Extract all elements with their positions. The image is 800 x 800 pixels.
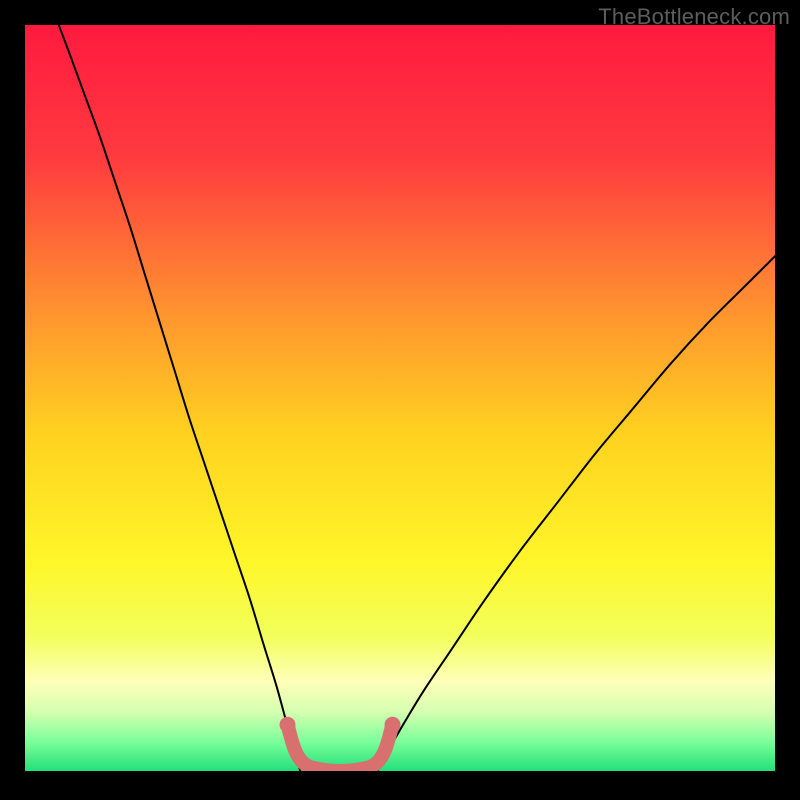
valley-endpoint [385, 717, 401, 733]
valley-endpoint [280, 717, 296, 733]
chart-frame: TheBottleneck.com [0, 0, 800, 800]
chart-svg [25, 25, 775, 771]
plot-area [25, 25, 775, 771]
gradient-background [25, 25, 775, 771]
